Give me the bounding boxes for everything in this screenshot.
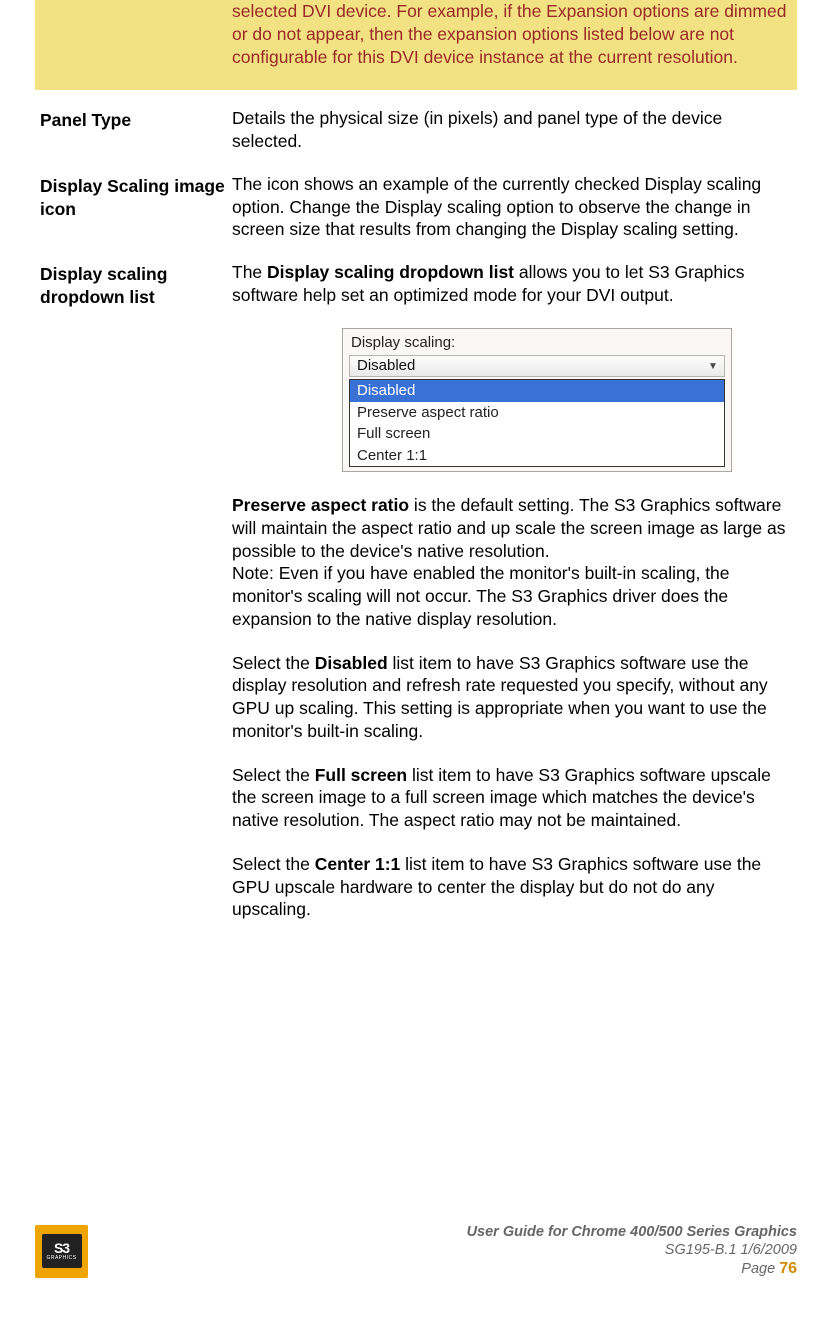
label-panel-type: Panel Type <box>35 107 232 132</box>
preserve-para: Preserve aspect ratio is the default set… <box>232 494 792 562</box>
fullscreen-pre: Select the <box>232 765 315 785</box>
page-footer: S3 GRAPHICS User Guide for Chrome 400/50… <box>0 1222 832 1280</box>
footer-line2: SG195-B.1 1/6/2009 <box>88 1241 797 1259</box>
page-number: 76 <box>779 1260 797 1277</box>
intro-pre: The <box>232 262 267 282</box>
note-row: selected DVI device. For example, if the… <box>35 0 797 90</box>
disabled-bold: Disabled <box>315 653 388 673</box>
s3-logo-sub: GRAPHICS <box>46 1256 76 1261</box>
fullscreen-para: Select the Full screen list item to have… <box>232 764 792 832</box>
chevron-down-icon: ▼ <box>706 359 720 373</box>
fullscreen-bold: Full screen <box>315 765 407 785</box>
dropdown-item-center[interactable]: Center 1:1 <box>350 445 724 467</box>
dropdown-listbox: Disabled Preserve aspect ratio Full scre… <box>349 379 725 467</box>
disabled-para: Select the Disabled list item to have S3… <box>232 652 792 743</box>
page-label: Page <box>741 1261 779 1277</box>
note-label <box>35 0 232 2</box>
row-panel-type: Panel Type Details the physical size (in… <box>35 102 797 158</box>
display-scaling-dropdown-widget: Display scaling: Disabled ▼ Disabled Pre… <box>342 328 732 473</box>
footer-page: Page 76 <box>88 1259 797 1279</box>
footer-line1: User Guide for Chrome 400/500 Series Gra… <box>88 1223 797 1241</box>
desc-panel-type: Details the physical size (in pixels) an… <box>232 107 797 153</box>
dropdown-label: Display scaling: <box>343 331 731 356</box>
center-bold: Center 1:1 <box>315 854 401 874</box>
dropdown-select[interactable]: Disabled ▼ <box>349 355 725 377</box>
s3-logo-text: S3 <box>54 1241 69 1255</box>
center-para: Select the Center 1:1 list item to have … <box>232 853 792 921</box>
preserve-bold: Preserve aspect ratio <box>232 495 409 515</box>
dropdown-item-disabled[interactable]: Disabled <box>350 380 724 402</box>
s3-logo: S3 GRAPHICS <box>35 1225 88 1278</box>
intro-bold: Display scaling dropdown list <box>267 262 514 282</box>
row-scaling-icon: Display Scaling image icon The icon show… <box>35 168 797 246</box>
row-scaling-list: Display scaling dropdown list The Displa… <box>35 256 797 926</box>
disabled-pre: Select the <box>232 653 315 673</box>
desc-scaling-list: The Display scaling dropdown list allows… <box>232 261 797 921</box>
dropdown-selected-value: Disabled <box>357 356 415 376</box>
label-scaling-icon: Display Scaling image icon <box>35 173 232 221</box>
dropdown-item-preserve[interactable]: Preserve aspect ratio <box>350 402 724 424</box>
desc-scaling-icon: The icon shows an example of the current… <box>232 173 797 241</box>
footer-text: User Guide for Chrome 400/500 Series Gra… <box>88 1223 797 1279</box>
s3-logo-badge: S3 GRAPHICS <box>42 1234 82 1268</box>
dropdown-item-fullscreen[interactable]: Full screen <box>350 423 724 445</box>
note-text: selected DVI device. For example, if the… <box>232 0 797 68</box>
preserve-note: Note: Even if you have enabled the monit… <box>232 562 792 630</box>
center-pre: Select the <box>232 854 315 874</box>
label-scaling-list: Display scaling dropdown list <box>35 261 232 309</box>
intro-para: The Display scaling dropdown list allows… <box>232 261 792 307</box>
